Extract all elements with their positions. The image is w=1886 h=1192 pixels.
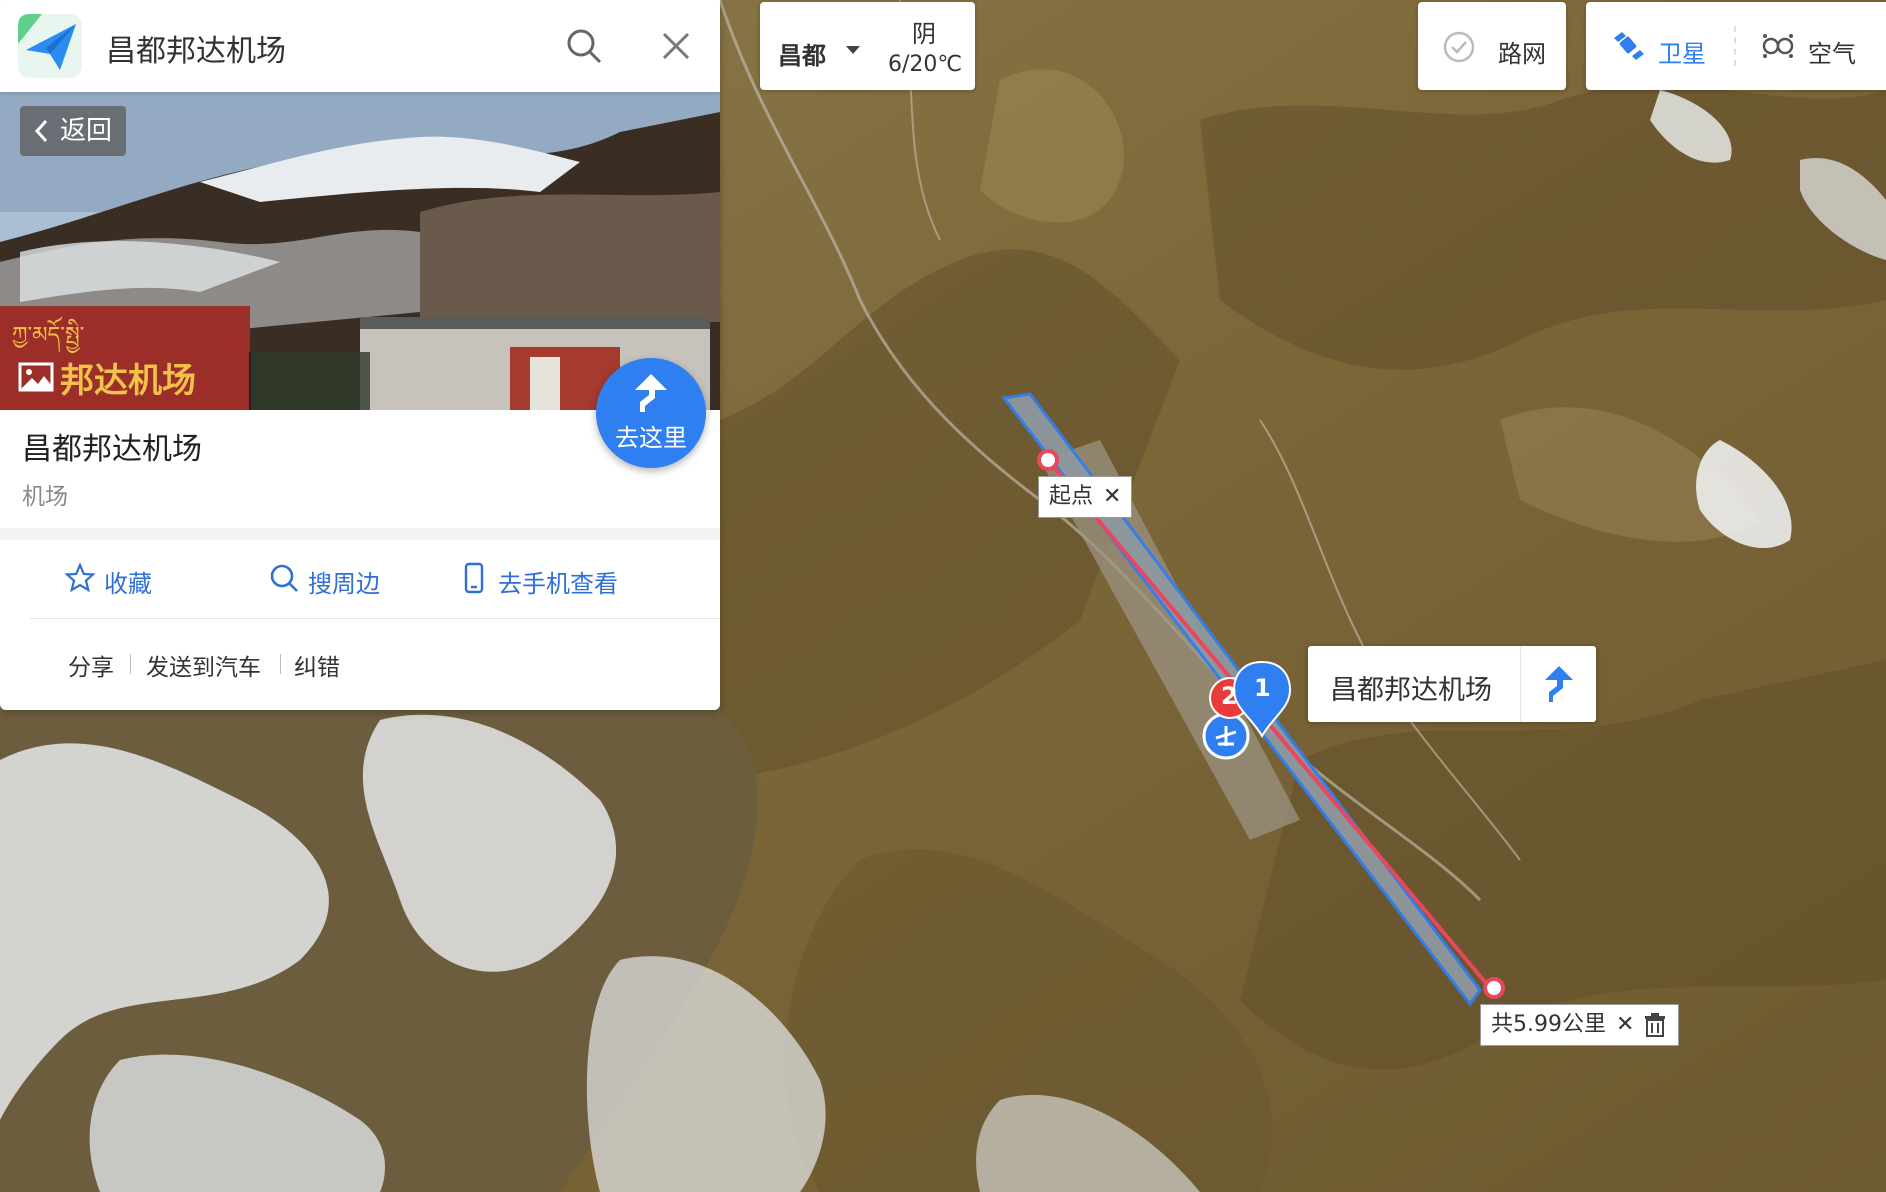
check-circle-icon xyxy=(1443,31,1475,63)
route-start-label: 起点 ✕ xyxy=(1038,476,1133,518)
app-logo-icon xyxy=(18,14,82,78)
action-row: 收藏 搜周边 去手机查看 xyxy=(0,540,720,620)
photo-sign-text: 邦达机场 xyxy=(60,361,196,401)
go-here-button[interactable]: 去这里 xyxy=(596,358,706,468)
route-start-point xyxy=(1037,449,1059,471)
route-arrow-icon xyxy=(1545,666,1573,702)
route-end-point xyxy=(1483,977,1505,999)
weather-widget: 昌都 阴 6/20℃ xyxy=(760,2,975,90)
secondary-links: 分享 发送到汽车 纠错 xyxy=(0,648,720,688)
link-separator xyxy=(280,654,281,674)
report-error-link[interactable]: 纠错 xyxy=(294,648,340,682)
remove-start-icon[interactable]: ✕ xyxy=(1103,477,1121,517)
remove-route-icon[interactable]: ✕ xyxy=(1616,1005,1634,1045)
favorite-label: 收藏 xyxy=(104,570,152,598)
air-icon xyxy=(1762,34,1794,58)
poi-popup[interactable]: 昌都邦达机场 xyxy=(1308,646,1596,722)
route-arrow-icon xyxy=(635,374,667,412)
send-to-car-link[interactable]: 发送到汽车 xyxy=(146,648,261,682)
go-here-label: 去这里 xyxy=(615,424,687,452)
search-nearby-label: 搜周边 xyxy=(308,570,380,598)
start-label-text: 起点 xyxy=(1049,484,1094,509)
weather-temperature: 6/20℃ xyxy=(888,52,963,77)
layer-switcher: 卫星 空气 xyxy=(1586,2,1886,90)
back-label: 返回 xyxy=(60,116,113,146)
route-distance-label: 共5.99公里 ✕ xyxy=(1480,1004,1680,1046)
chevron-left-icon xyxy=(34,119,48,143)
close-icon[interactable] xyxy=(656,26,696,66)
chevron-down-icon[interactable] xyxy=(846,46,860,54)
gallery-icon[interactable] xyxy=(18,362,54,392)
poi-popup-name: 昌都邦达机场 xyxy=(1330,675,1492,706)
place-detail-panel: 昌都邦达机场 ཀྱ་མདོ་སྤྱི་ 邦达机场 返回 昌都邦达机场 机场 收藏… xyxy=(0,0,720,710)
link-separator xyxy=(130,654,131,674)
poi-route-button[interactable] xyxy=(1520,646,1597,722)
search-icon xyxy=(270,564,298,592)
search-icon[interactable] xyxy=(564,26,604,66)
layer-air-label: 空气 xyxy=(1808,40,1856,68)
city-selector[interactable]: 昌都 xyxy=(778,36,826,71)
satellite-icon xyxy=(1614,32,1644,60)
search-bar: 昌都邦达机场 xyxy=(0,0,720,92)
roadnet-label: 路网 xyxy=(1498,40,1546,68)
place-category: 机场 xyxy=(22,484,68,510)
layer-divider xyxy=(1734,26,1736,66)
place-title: 昌都邦达机场 xyxy=(22,432,202,467)
divider xyxy=(30,618,720,619)
phone-icon xyxy=(464,562,484,594)
section-divider xyxy=(0,528,720,540)
marker-1-label[interactable]: 1 xyxy=(1254,674,1271,702)
weather-condition: 阴 xyxy=(912,20,936,48)
search-input[interactable]: 昌都邦达机场 xyxy=(106,26,286,70)
share-link[interactable]: 分享 xyxy=(68,648,114,682)
marker-2-label[interactable]: 2 xyxy=(1221,682,1238,710)
trash-icon[interactable] xyxy=(1642,1012,1668,1038)
star-icon xyxy=(64,562,96,593)
view-on-phone-label: 去手机查看 xyxy=(498,570,618,598)
layer-satellite-label: 卫星 xyxy=(1658,40,1706,68)
roadnet-toggle[interactable]: 路网 xyxy=(1418,2,1566,90)
back-button[interactable]: 返回 xyxy=(20,106,126,156)
distance-text: 共5.99公里 xyxy=(1491,1012,1606,1037)
